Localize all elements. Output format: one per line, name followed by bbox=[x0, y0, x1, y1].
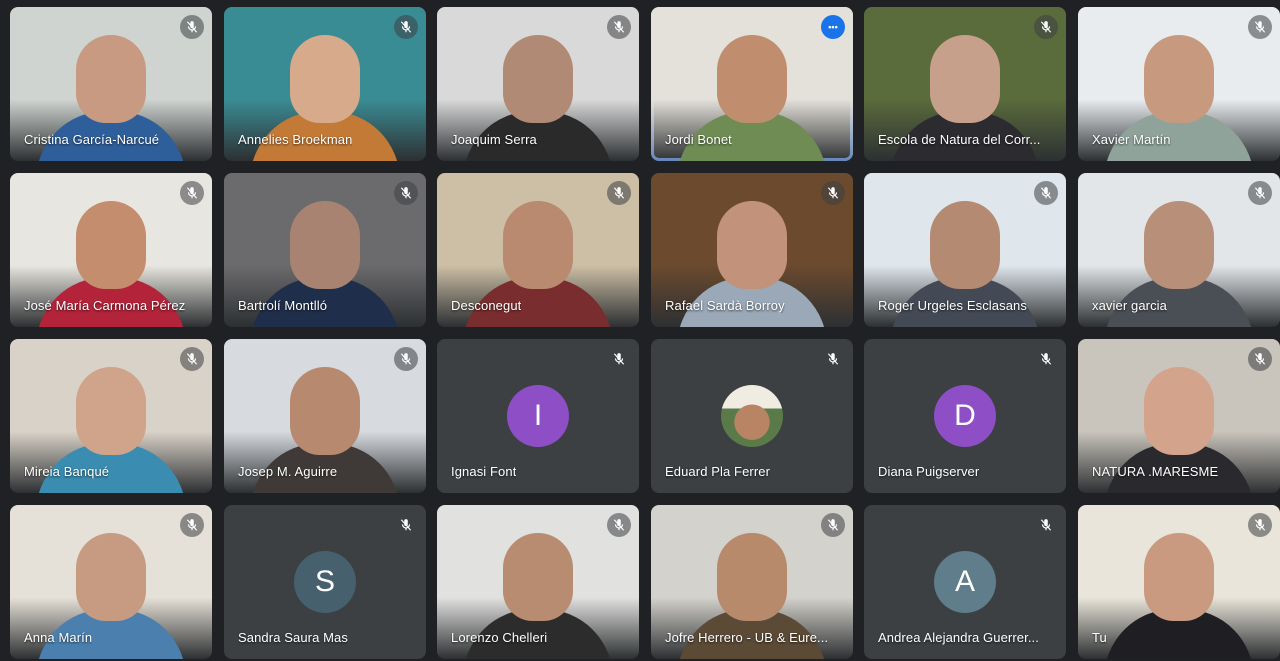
participant-name: Sandra Saura Mas bbox=[238, 630, 348, 645]
participant-tile[interactable]: Xavier Martín bbox=[1078, 7, 1280, 161]
participant-tile[interactable]: A Andrea Alejandra Guerrer... bbox=[864, 505, 1066, 659]
person-head bbox=[76, 201, 146, 289]
participant-tile[interactable]: I Ignasi Font bbox=[437, 339, 639, 493]
mic-off-icon bbox=[607, 181, 631, 205]
person-head bbox=[290, 367, 360, 455]
mic-off-icon bbox=[1034, 15, 1058, 39]
person-head bbox=[76, 35, 146, 123]
participant-name: Joaquim Serra bbox=[451, 132, 537, 147]
mic-off-icon bbox=[1248, 513, 1272, 537]
participant-name: Bartrolí Montlló bbox=[238, 298, 328, 313]
person-head bbox=[290, 35, 360, 123]
person-head bbox=[1144, 367, 1214, 455]
mic-off-icon bbox=[180, 347, 204, 371]
participant-name: Andrea Alejandra Guerrer... bbox=[878, 630, 1039, 645]
participant-name: Diana Puigserver bbox=[878, 464, 980, 479]
participant-name: NATURA .MARESME bbox=[1092, 464, 1219, 479]
participant-name: Jofre Herrero - UB & Eure... bbox=[665, 630, 829, 645]
participant-tile[interactable]: xavier garcia bbox=[1078, 173, 1280, 327]
person-head bbox=[503, 35, 573, 123]
mic-off-icon bbox=[607, 15, 631, 39]
participant-name: Ignasi Font bbox=[451, 464, 517, 479]
person-head bbox=[503, 533, 573, 621]
mic-off-icon bbox=[180, 513, 204, 537]
mic-off-icon bbox=[1034, 513, 1058, 537]
person-head bbox=[1144, 533, 1214, 621]
mic-off-icon bbox=[1034, 181, 1058, 205]
participant-tile[interactable]: Mireia Banqué bbox=[10, 339, 212, 493]
participant-name: Desconegut bbox=[451, 298, 522, 313]
mic-off-icon bbox=[821, 347, 845, 371]
person-head bbox=[717, 201, 787, 289]
participant-tile[interactable]: Lorenzo Chelleri bbox=[437, 505, 639, 659]
initial-avatar: I bbox=[507, 385, 569, 447]
participant-tile[interactable]: Tu bbox=[1078, 505, 1280, 659]
participant-name: Annelies Broekman bbox=[238, 132, 353, 147]
participant-tile[interactable]: Roger Urgeles Esclasans bbox=[864, 173, 1066, 327]
participant-tile[interactable]: José María Carmona Pérez bbox=[10, 173, 212, 327]
mic-off-icon bbox=[1248, 347, 1272, 371]
initial-avatar: S bbox=[294, 551, 356, 613]
participant-tile[interactable]: ••• Jordi Bonet bbox=[651, 7, 853, 161]
participant-tile[interactable]: Cristina García-Narcué bbox=[10, 7, 212, 161]
mic-off-icon bbox=[394, 347, 418, 371]
participant-name: Lorenzo Chelleri bbox=[451, 630, 548, 645]
participant-name: Josep M. Aguirre bbox=[238, 464, 338, 479]
mic-off-icon bbox=[1248, 15, 1272, 39]
mic-off-icon bbox=[1248, 181, 1272, 205]
participant-name: Roger Urgeles Esclasans bbox=[878, 298, 1027, 313]
person-head bbox=[930, 35, 1000, 123]
participant-grid: Cristina García-Narcué Annelies Broekman J… bbox=[0, 0, 1280, 661]
participant-name: Eduard Pla Ferrer bbox=[665, 464, 771, 479]
participant-tile[interactable]: D Diana Puigserver bbox=[864, 339, 1066, 493]
participant-name: Anna Marín bbox=[24, 630, 93, 645]
participant-name: Cristina García-Narcué bbox=[24, 132, 160, 147]
mic-off-icon bbox=[394, 181, 418, 205]
person-head bbox=[930, 201, 1000, 289]
participant-tile[interactable]: Escola de Natura del Corr... bbox=[864, 7, 1066, 161]
participant-tile[interactable]: Desconegut bbox=[437, 173, 639, 327]
participant-name: Rafael Sardà Borroy bbox=[665, 298, 785, 313]
person-head bbox=[503, 201, 573, 289]
mic-off-icon bbox=[607, 513, 631, 537]
mic-off-icon bbox=[1034, 347, 1058, 371]
person-head bbox=[717, 35, 787, 123]
person-head bbox=[76, 533, 146, 621]
participant-name: Jordi Bonet bbox=[665, 132, 732, 147]
participant-tile[interactable]: Jofre Herrero - UB & Eure... bbox=[651, 505, 853, 659]
participant-name: Tu bbox=[1092, 630, 1107, 645]
participant-name: Escola de Natura del Corr... bbox=[878, 132, 1041, 147]
participant-name: José María Carmona Pérez bbox=[24, 298, 186, 313]
initial-avatar: D bbox=[934, 385, 996, 447]
profile-photo-avatar bbox=[721, 385, 783, 447]
mic-off-icon bbox=[394, 15, 418, 39]
mic-off-icon bbox=[394, 513, 418, 537]
participant-tile[interactable]: Eduard Pla Ferrer bbox=[651, 339, 853, 493]
mic-off-icon bbox=[180, 15, 204, 39]
person-head bbox=[290, 201, 360, 289]
mic-off-icon bbox=[607, 347, 631, 371]
mic-off-icon bbox=[180, 181, 204, 205]
participant-tile[interactable]: Joaquim Serra bbox=[437, 7, 639, 161]
person-head bbox=[1144, 201, 1214, 289]
participant-tile[interactable]: Bartrolí Montlló bbox=[224, 173, 426, 327]
participant-tile[interactable]: Josep M. Aguirre bbox=[224, 339, 426, 493]
participant-tile[interactable]: Rafael Sardà Borroy bbox=[651, 173, 853, 327]
participant-tile[interactable]: Annelies Broekman bbox=[224, 7, 426, 161]
participant-name: xavier garcia bbox=[1092, 298, 1167, 313]
participant-tile[interactable]: Anna Marín bbox=[10, 505, 212, 659]
person-head bbox=[1144, 35, 1214, 123]
participant-tile[interactable]: NATURA .MARESME bbox=[1078, 339, 1280, 493]
participant-name: Xavier Martín bbox=[1092, 132, 1171, 147]
person-head bbox=[717, 533, 787, 621]
participant-tile[interactable]: S Sandra Saura Mas bbox=[224, 505, 426, 659]
mic-off-icon bbox=[821, 181, 845, 205]
more-options-icon[interactable]: ••• bbox=[821, 15, 845, 39]
initial-avatar: A bbox=[934, 551, 996, 613]
person-head bbox=[76, 367, 146, 455]
mic-off-icon bbox=[821, 513, 845, 537]
participant-name: Mireia Banqué bbox=[24, 464, 110, 479]
